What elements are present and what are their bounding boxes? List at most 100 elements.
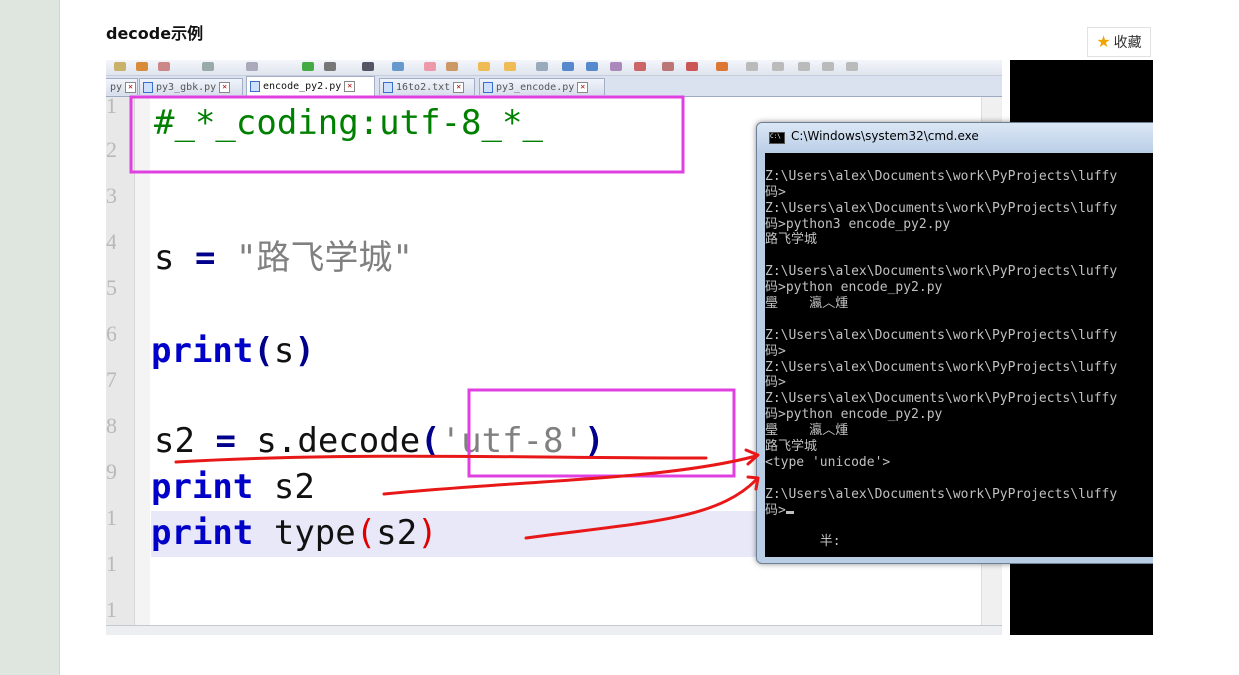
tab-label: py3_encode.py (496, 81, 575, 93)
toolbar-icon[interactable] (114, 62, 126, 71)
favorite-label: 收藏 (1113, 35, 1142, 51)
close-icon[interactable]: ✕ (453, 81, 465, 93)
close-icon[interactable]: ✕ (344, 81, 356, 92)
toolbar-icon[interactable] (136, 62, 148, 71)
terminal-icon: C:\ (769, 132, 785, 144)
toolbar-icon[interactable] (504, 62, 516, 71)
favorite-button[interactable]: ★ 收藏 (1087, 27, 1151, 57)
page-heading: decode示例 (106, 24, 204, 43)
toolbar-icon[interactable] (246, 62, 258, 71)
screenshot-image: py ✕ py3_gbk.py ✕ encode_py2.py ✕ 16to2.… (106, 60, 1153, 635)
code-token: s (154, 238, 175, 278)
terminal-line: 半: (765, 534, 841, 550)
line-number: 10 (106, 505, 116, 530)
toolbar-icon[interactable] (324, 62, 336, 71)
line-number: 12 (106, 597, 116, 622)
terminal-prompt: 码> (765, 502, 786, 518)
code-line-assign: s = "路飞学城" (154, 238, 413, 278)
toolbar-icon[interactable] (586, 62, 598, 71)
terminal-line: 璺 瀛︿煄 (765, 423, 849, 439)
toolbar-icon[interactable] (302, 62, 314, 71)
file-icon (143, 81, 153, 93)
terminal-line: <type 'unicode'> (765, 454, 891, 470)
fold-margin (135, 97, 150, 625)
terminal-line: Z:\Users\alex\Documents\work\PyProjects\… (765, 200, 1118, 216)
toolbar-icon[interactable] (846, 62, 858, 71)
code-line-print-s: print(s) (151, 331, 315, 371)
file-icon (383, 81, 393, 93)
tab-encode-py2[interactable]: encode_py2.py ✕ (246, 76, 375, 96)
terminal-line: 码> (765, 184, 786, 200)
tab-label: py3_gbk.py (156, 81, 217, 93)
close-icon[interactable]: ✕ (219, 81, 231, 93)
toolbar-icon[interactable] (202, 62, 214, 71)
close-icon[interactable]: ✕ (577, 81, 589, 93)
line-number: 5 (106, 275, 116, 300)
toolbar-icon[interactable] (662, 62, 674, 71)
toolbar-icon[interactable] (562, 62, 574, 71)
toolbar-icon[interactable] (746, 62, 758, 71)
line-number: 1 (106, 93, 116, 118)
tab-label: encode_py2.py (263, 81, 342, 92)
status-bar (106, 625, 1002, 635)
code-line-print-type: print type(s2) (151, 513, 438, 553)
tab-py3-encode[interactable]: py3_encode.py ✕ (479, 78, 605, 95)
editor-toolbar (106, 60, 1002, 76)
terminal-output[interactable]: Z:\Users\alex\Documents\work\PyProjects\… (765, 153, 1153, 557)
tab-label: 16to2.txt (396, 81, 451, 93)
toolbar-icon[interactable] (392, 62, 404, 71)
code-token: 'utf-8' (440, 421, 584, 461)
line-number-gutter: 1 2 3 4 5 6 7 8 9 10 11 12 (106, 93, 135, 625)
toolbar-icon[interactable] (610, 62, 622, 71)
toolbar-icon[interactable] (772, 62, 784, 71)
code-token: s (273, 331, 295, 371)
line-number: 8 (106, 413, 116, 438)
line-number: 7 (106, 367, 116, 392)
terminal-line: Z:\Users\alex\Documents\work\PyProjects\… (765, 327, 1118, 343)
code-token: = (215, 421, 236, 461)
terminal-line: 码>python encode_py2.py (765, 280, 943, 296)
toolbar-icon[interactable] (634, 62, 646, 71)
line-number: 9 (106, 459, 116, 484)
code-token: print (151, 467, 254, 507)
toolbar-icon[interactable] (478, 62, 490, 71)
line-number: 2 (106, 137, 116, 162)
editor-tab-bar: py ✕ py3_gbk.py ✕ encode_py2.py ✕ 16to2.… (106, 76, 1002, 97)
terminal-line: 璺 瀛︿煄 (765, 296, 849, 312)
terminal-line: 码> (765, 503, 1153, 519)
toolbar-icon[interactable] (822, 62, 834, 71)
code-token: print (151, 331, 254, 371)
code-token: s2 (376, 513, 418, 553)
toolbar-icon[interactable] (536, 62, 548, 71)
toolbar-icon[interactable] (424, 62, 436, 71)
code-token: s2 (273, 467, 315, 507)
cmd-title-bar[interactable]: C:\ C:\Windows\system32\cmd.exe (757, 123, 1153, 151)
tab-16to2[interactable]: 16to2.txt ✕ (379, 78, 475, 95)
close-icon[interactable]: ✕ (125, 81, 137, 93)
code-token: ( (355, 513, 377, 553)
code-token: s.decode (256, 421, 421, 461)
terminal-line: Z:\Users\alex\Documents\work\PyProjects\… (765, 168, 1118, 184)
code-token: print (151, 513, 254, 553)
terminal-line: 码>python3 encode_py2.py (765, 216, 951, 232)
code-line-coding: #_*_coding:utf-8_*_ (154, 103, 543, 143)
toolbar-icon[interactable] (716, 62, 728, 71)
code-token: ) (583, 421, 605, 461)
toolbar-icon[interactable] (362, 62, 374, 71)
code-token: = (194, 238, 216, 278)
toolbar-icon[interactable] (158, 62, 170, 71)
toolbar-icon[interactable] (798, 62, 810, 71)
toolbar-icon[interactable] (686, 62, 698, 71)
code-line-print-s2: print s2 (151, 467, 315, 507)
terminal-line: 路飞学城 (765, 439, 818, 455)
star-icon: ★ (1096, 32, 1111, 51)
terminal-line: Z:\Users\alex\Documents\work\PyProjects\… (765, 264, 1118, 280)
toolbar-icon[interactable] (446, 62, 458, 71)
tab-py3-gbk[interactable]: py3_gbk.py ✕ (139, 78, 243, 95)
code-token: ) (417, 513, 438, 553)
cmd-window[interactable]: C:\ C:\Windows\system32\cmd.exe Z:\Users… (756, 122, 1153, 564)
line-number: 6 (106, 321, 116, 346)
